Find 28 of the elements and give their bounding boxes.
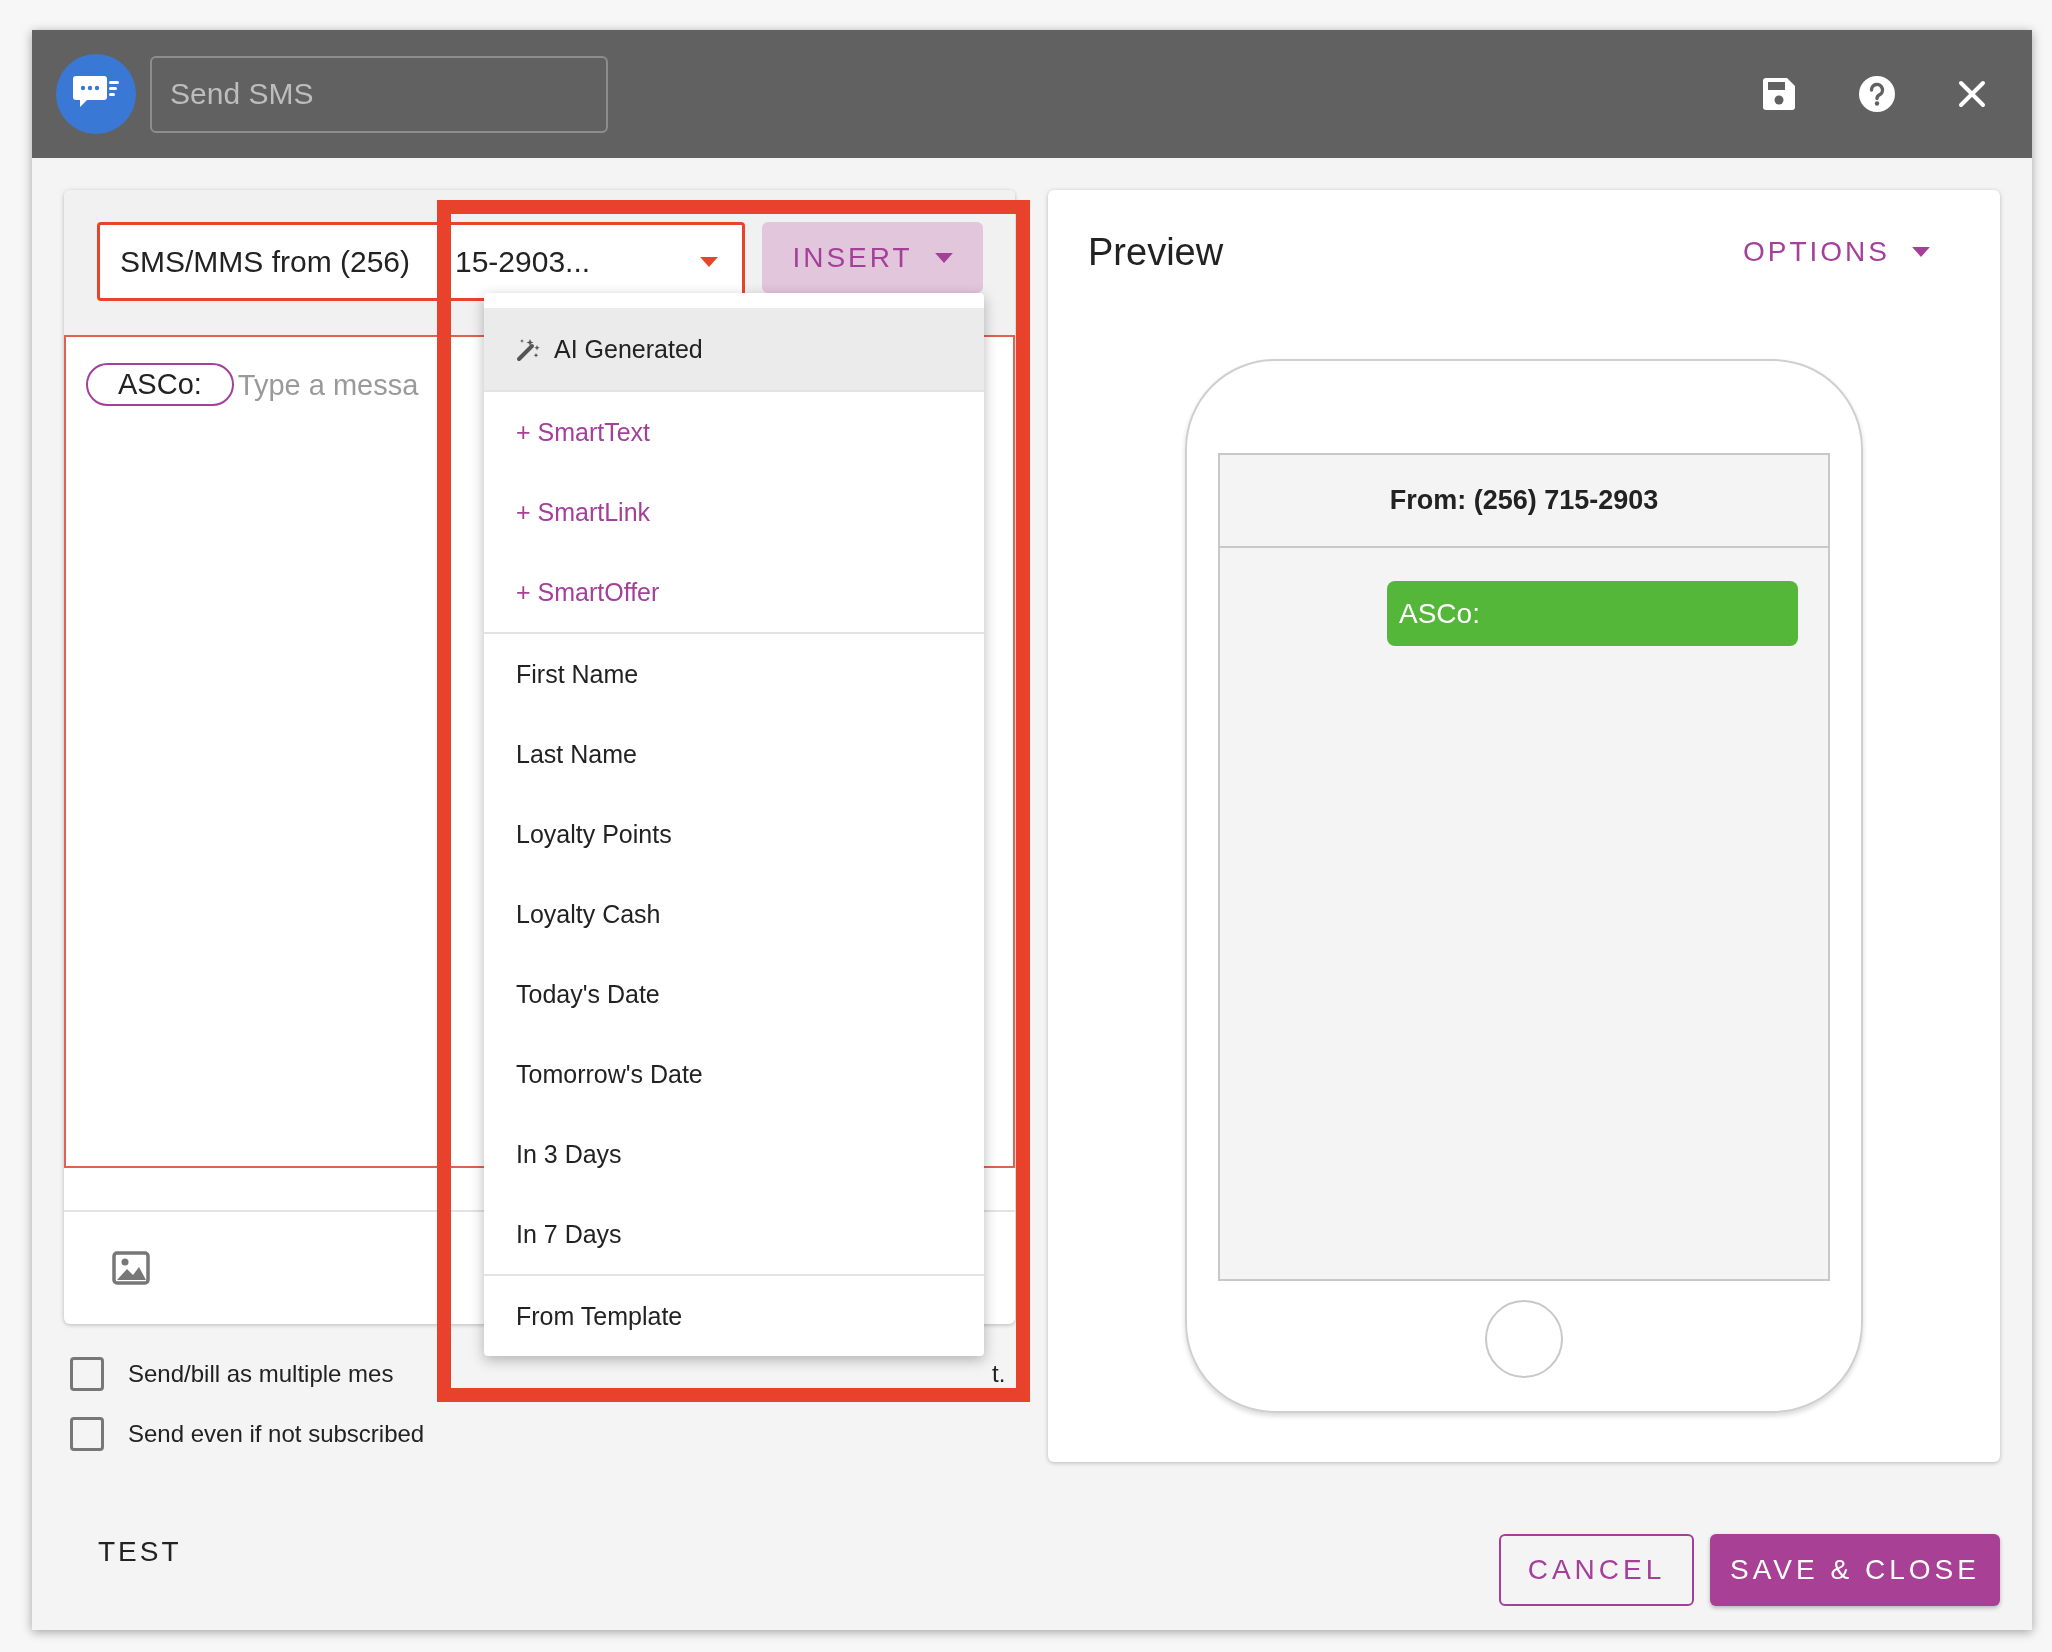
title-field[interactable]: Send SMS [150,55,608,133]
menu-item[interactable]: + SmartLink [484,472,984,552]
menu-item[interactable]: Tomorrow's Date [484,1034,984,1114]
checkbox-label: t. [992,1360,1006,1388]
sender-dropdown[interactable]: SMS/MMS from (256) 15-2903... [97,222,745,301]
menu-item[interactable]: First Name [484,634,984,714]
checkbox-label: Send/bill as multiple mes [128,1360,395,1388]
menu-item[interactable]: Last Name [484,714,984,794]
message-bubble: ASCo: [1387,581,1798,646]
menu-item[interactable]: AI Generated [484,308,984,390]
checkbox-label: Send even if not subscribed [128,1420,425,1448]
menu-item[interactable]: Today's Date [484,954,984,1034]
message-input[interactable]: Type a messa [237,369,478,402]
test-link[interactable]: TEST [98,1536,1483,1568]
cancel-button[interactable]: CANCEL [1499,1534,1694,1606]
menu-item[interactable]: In 3 Days [484,1114,984,1194]
merge-tag-chip[interactable]: ASCo: [86,363,234,406]
save-close-button[interactable]: SAVE & CLOSE [1710,1534,2000,1606]
menu-item[interactable]: Loyalty Cash [484,874,984,954]
menu-item[interactable]: Loyalty Points [484,794,984,874]
insert-button[interactable]: INSERT [762,222,983,293]
sender-header: From: (256) 715-2903 [1220,455,1828,548]
preview-title: Preview [1088,230,1225,274]
options-button[interactable]: OPTIONS [1743,236,1930,268]
menu-item[interactable]: From Template [484,1276,984,1356]
menu-item[interactable]: + SmartOffer [484,552,984,632]
menu-item[interactable]: In 7 Days [484,1194,984,1274]
menu-item[interactable]: + SmartText [484,392,984,472]
